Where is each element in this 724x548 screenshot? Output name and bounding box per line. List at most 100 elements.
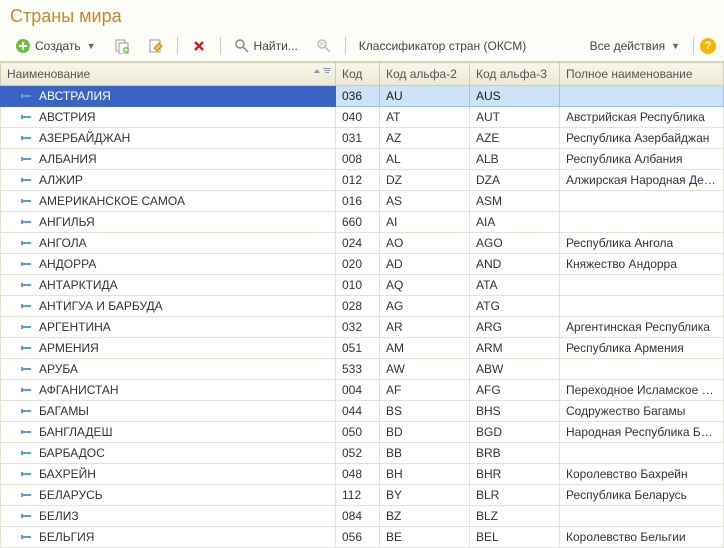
create-button[interactable]: Создать ▼ — [8, 35, 103, 57]
dropdown-caret-icon: ▼ — [87, 41, 96, 51]
cell-alpha3: ARG — [470, 317, 560, 338]
cell-name: БАРБАДОС — [1, 443, 336, 464]
table-row[interactable]: АРУБА533AWABW — [1, 359, 724, 380]
cell-name: БЕЛИЗ — [1, 506, 336, 527]
table-row[interactable]: АНТАРКТИДА010AQATA — [1, 275, 724, 296]
delete-icon — [191, 38, 207, 54]
cell-full: Алжирская Народная Демократич — [560, 170, 724, 191]
row-marker-icon — [21, 428, 33, 436]
cell-alpha3: BRB — [470, 443, 560, 464]
table-row[interactable]: БАГАМЫ044BSBHSСодружество Багамы — [1, 401, 724, 422]
edit-button[interactable] — [141, 35, 171, 57]
cell-name: АВСТРАЛИЯ — [1, 86, 336, 107]
cell-code: 044 — [336, 401, 380, 422]
clear-search-button[interactable] — [309, 35, 339, 57]
table-row[interactable]: АФГАНИСТАН004AFAFGПереходное Исламское Г… — [1, 380, 724, 401]
cell-name: АФГАНИСТАН — [1, 380, 336, 401]
classifier-button[interactable]: Классификатор стран (ОКСМ) — [352, 36, 533, 56]
row-marker-icon — [21, 197, 33, 205]
cell-alpha3: AFG — [470, 380, 560, 401]
page-title: Страны мира — [0, 0, 724, 31]
cell-alpha2: BE — [380, 527, 470, 548]
row-marker-icon — [21, 365, 33, 373]
table-row[interactable]: БАНГЛАДЕШ050BDBGDНародная Республика Бан… — [1, 422, 724, 443]
col-code[interactable]: Код — [336, 63, 380, 86]
cell-full — [560, 359, 724, 380]
edit-icon — [148, 38, 164, 54]
table-row[interactable]: БАХРЕЙН048BHBHRКоролевство Бахрейн — [1, 464, 724, 485]
filter-icon — [323, 67, 331, 75]
cell-full: Аргентинская Республика — [560, 317, 724, 338]
cell-alpha3: ARM — [470, 338, 560, 359]
row-marker-icon — [21, 449, 33, 457]
cell-full: Народная Республика Бангладеш — [560, 422, 724, 443]
table-row[interactable]: АЛБАНИЯ008ALALBРеспублика Албания — [1, 149, 724, 170]
cell-alpha2: BD — [380, 422, 470, 443]
table-row[interactable]: БЕЛЬГИЯ056BEBELКоролевство Бельгии — [1, 527, 724, 548]
cell-alpha3: BLR — [470, 485, 560, 506]
cell-name: БЕЛАРУСЬ — [1, 485, 336, 506]
cell-code: 031 — [336, 128, 380, 149]
find-label: Найти... — [254, 39, 298, 53]
cell-code: 048 — [336, 464, 380, 485]
copy-button[interactable] — [107, 35, 137, 57]
table-row[interactable]: АНТИГУА И БАРБУДА028AGATG — [1, 296, 724, 317]
row-marker-icon — [21, 386, 33, 394]
find-button[interactable]: Найти... — [227, 35, 305, 57]
cell-code: 012 — [336, 170, 380, 191]
cell-alpha2: AD — [380, 254, 470, 275]
cell-alpha2: AG — [380, 296, 470, 317]
separator — [177, 37, 178, 55]
create-label: Создать — [35, 39, 81, 53]
table-row[interactable]: АНГИЛЬЯ660AIAIA — [1, 212, 724, 233]
cell-full: Республика Беларусь — [560, 485, 724, 506]
cell-alpha3: ABW — [470, 359, 560, 380]
col-alpha3[interactable]: Код альфа-3 — [470, 63, 560, 86]
cell-full: Австрийская Республика — [560, 107, 724, 128]
help-button[interactable]: ? — [700, 38, 716, 54]
sort-indicator — [312, 66, 331, 76]
cell-full — [560, 212, 724, 233]
header-row: Наименование Код Код альфа-2 Код альфа-3… — [1, 63, 724, 86]
col-alpha2[interactable]: Код альфа-2 — [380, 63, 470, 86]
table-row[interactable]: АВСТРАЛИЯ036AUAUS — [1, 86, 724, 107]
cell-alpha3: ATG — [470, 296, 560, 317]
cell-alpha3: ATA — [470, 275, 560, 296]
table-row[interactable]: БЕЛИЗ084BZBLZ — [1, 506, 724, 527]
row-marker-icon — [21, 92, 33, 100]
cell-name: АЛЖИР — [1, 170, 336, 191]
table-row[interactable]: АВСТРИЯ040ATAUTАвстрийская Республика — [1, 107, 724, 128]
cell-code: 112 — [336, 485, 380, 506]
table-row[interactable]: АНДОРРА020ADANDКняжество Андорра — [1, 254, 724, 275]
row-marker-icon — [21, 302, 33, 310]
cell-code: 084 — [336, 506, 380, 527]
table-row[interactable]: БАРБАДОС052BBBRB — [1, 443, 724, 464]
cell-full: Республика Албания — [560, 149, 724, 170]
cell-alpha3: AUS — [470, 86, 560, 107]
table-row[interactable]: БЕЛАРУСЬ112BYBLRРеспублика Беларусь — [1, 485, 724, 506]
cell-alpha3: BHR — [470, 464, 560, 485]
all-actions-button[interactable]: Все действия ▼ — [583, 36, 687, 56]
col-name[interactable]: Наименование — [1, 63, 336, 86]
add-icon — [15, 38, 31, 54]
cell-name: АРГЕНТИНА — [1, 317, 336, 338]
table-row[interactable]: АНГОЛА024AOAGOРеспублика Ангола — [1, 233, 724, 254]
table-row[interactable]: АРГЕНТИНА032ARARGАргентинская Республика — [1, 317, 724, 338]
row-marker-icon — [21, 344, 33, 352]
cell-name: АВСТРИЯ — [1, 107, 336, 128]
cell-alpha2: BY — [380, 485, 470, 506]
all-actions-label: Все действия — [590, 39, 665, 53]
row-marker-icon — [21, 407, 33, 415]
table-row[interactable]: АЛЖИР012DZDZAАлжирская Народная Демократ… — [1, 170, 724, 191]
cell-full: Республика Азербайджан — [560, 128, 724, 149]
table-row[interactable]: АРМЕНИЯ051AMARMРеспублика Армения — [1, 338, 724, 359]
cell-full: Королевство Бахрейн — [560, 464, 724, 485]
table-row[interactable]: АМЕРИКАНСКОЕ САМОА016ASASM — [1, 191, 724, 212]
table-row[interactable]: АЗЕРБАЙДЖАН031AZAZEРеспублика Азербайджа… — [1, 128, 724, 149]
col-full[interactable]: Полное наименование — [560, 63, 724, 86]
delete-button[interactable] — [184, 35, 214, 57]
cell-code: 040 — [336, 107, 380, 128]
cell-name: БАГАМЫ — [1, 401, 336, 422]
separator — [693, 37, 694, 55]
cell-alpha2: AO — [380, 233, 470, 254]
